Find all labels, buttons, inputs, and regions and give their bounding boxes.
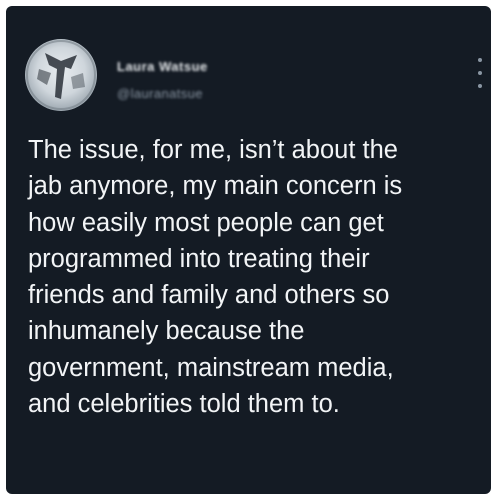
more-dot [478, 71, 482, 75]
tweet-text-line: and celebrities told them to. [28, 390, 340, 419]
author-handle[interactable]: @lauranatsue [117, 86, 203, 101]
author-name[interactable]: Laura Watsue [117, 59, 208, 74]
tweet-text-line: The issue, for me, isn’t about the [28, 136, 398, 164]
avatar[interactable] [25, 39, 97, 111]
tweet-header: Laura Watsue @lauranatsue [6, 6, 491, 116]
tweet-text-line: inhumanely because the [28, 317, 305, 346]
tweet-text-line: government, mainstream media, [28, 353, 394, 382]
tweet-text: The issue, for me, isn’t about the jab a… [28, 132, 486, 422]
tweet-card: Laura Watsue @lauranatsue The issue, for… [6, 6, 491, 494]
avatar-image [26, 40, 96, 110]
tweet-text-line: programmed into treating their [28, 244, 370, 273]
tweet-text-line: friends and family and others so [28, 281, 390, 310]
tweet-text-line: how easily most people can get [28, 208, 384, 237]
more-vertical-icon[interactable] [473, 58, 487, 88]
more-dot [478, 84, 482, 88]
tweet-text-line: jab anymore, my main concern is [28, 172, 403, 201]
more-dot [478, 58, 482, 62]
